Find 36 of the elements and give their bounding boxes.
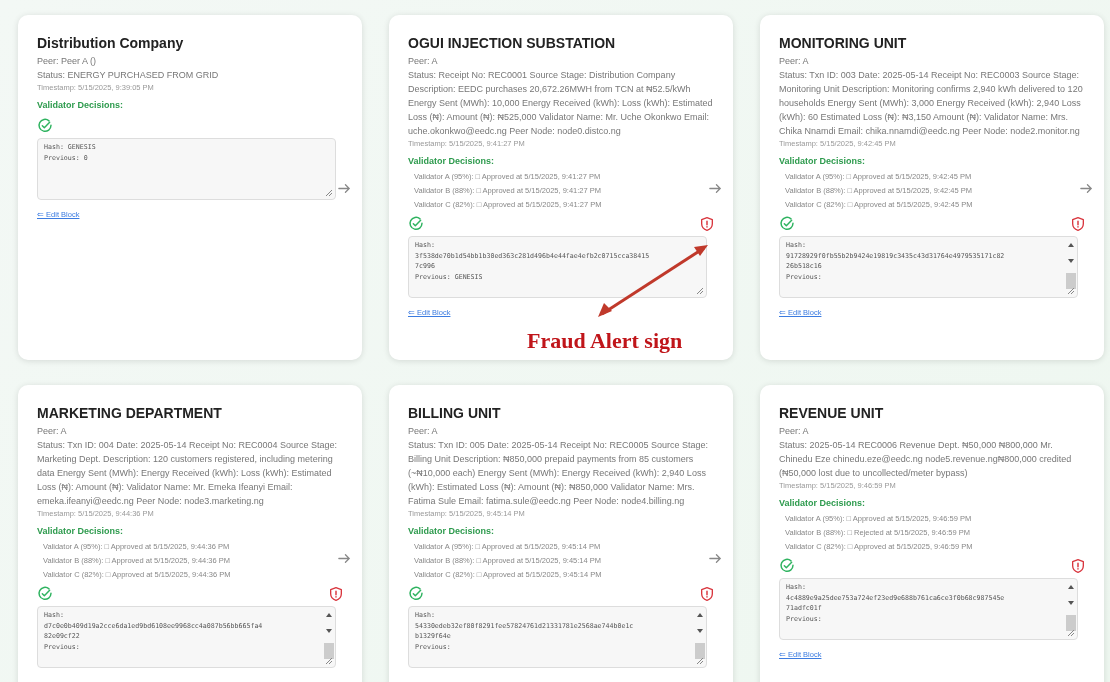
peer-label: Peer: A bbox=[779, 55, 810, 68]
validator-heading: Validator Decisions: bbox=[408, 156, 496, 166]
resize-handle-icon[interactable] bbox=[325, 189, 333, 197]
arrow-right-icon[interactable] bbox=[337, 181, 352, 196]
status-text: Status: 2025-05-14 REC0006 Revenue Dept. ₦50,000 ₦800,000 Mr. Chinedu Eze chinedu.eze@eedc.ng node5.revenue.ng₦800,000 credited (₦50,000 lost due to uncollected/meter bypass) bbox=[779, 439, 1073, 480]
status-text: Status: Receipt No: REC0001 Source Stage: Distribution Company Description: EEDC purchases 20,672.26MWH from TCN at ₦52.5/kWh Energy Sent (MWh): 10,000 Energy Received (kWh): Loss (kWh): Estimated Loss (₦): Amount (₦): ₦525,000 Validator Name: Mr. Uche Okonkwo Email: uche.okonkwo@eedc.ng Peer Node: node0.distco.ng bbox=[408, 69, 714, 138]
status-text: Status: Txn ID: 005 Date: 2025-05-14 Receipt No: REC0005 Source Stage: Billing Unit Description: ₦850,000 prepaid payments from 85 customers (~₦10,000 each) Energy Sent (MWh): Energy Received (kWh): 2,940 Loss (kWh): Estimated Loss (₦): Amount (₦): ₦850,000 Validator Name: Mrs. Fatima Sule Email: fatima.sule@eedc.ng Peer Node: node4.billing.ng bbox=[408, 439, 709, 508]
status-text: Status: Txn ID: 004 Date: 2025-05-14 Receipt No: REC0004 Source Stage: Marketing Dept. Description: 120 customers registered, including metering data Energy Sent (MWh): Energy Received (kWh): Loss (kWh): Estimated Loss (₦): Amount (₦): Validator Name: Mr. Emeka Ifeanyi Email: emeka.ifeanyi@eedc.ng Peer Node: node3.marketing.ng bbox=[37, 439, 338, 508]
resize-handle-icon[interactable] bbox=[696, 657, 704, 665]
peer-label: Peer: A bbox=[779, 425, 810, 438]
card-title: MARKETING DEPARTMENT bbox=[37, 405, 223, 421]
validator-heading: Validator Decisions: bbox=[408, 526, 496, 536]
peer-label: Peer: A bbox=[408, 425, 439, 438]
arrow-right-icon[interactable] bbox=[1079, 181, 1094, 196]
validator-heading: Validator Decisions: bbox=[779, 156, 867, 166]
resize-handle-icon[interactable] bbox=[696, 287, 704, 295]
arrow-right-icon[interactable] bbox=[708, 551, 723, 566]
validator-heading: Validator Decisions: bbox=[779, 498, 867, 508]
card-title: MONITORING UNIT bbox=[779, 35, 908, 51]
card-title: REVENUE UNIT bbox=[779, 405, 885, 421]
validator-heading: Validator Decisions: bbox=[37, 100, 125, 110]
card-title: Distribution Company bbox=[37, 35, 185, 51]
arrow-right-icon[interactable] bbox=[337, 551, 352, 566]
card-title: BILLING UNIT bbox=[408, 405, 502, 421]
arrow-right-icon[interactable] bbox=[708, 181, 723, 196]
peer-label: Peer: A bbox=[408, 55, 439, 68]
resize-handle-icon[interactable] bbox=[1067, 629, 1075, 637]
resize-handle-icon[interactable] bbox=[325, 657, 333, 665]
status-text: Status: Txn ID: 003 Date: 2025-05-14 Receipt No: REC0003 Source Stage: Monitoring Unit Description: Monitoring confirms 2,940 kWh delivered to 120 households Energy Sent (MWh): 3,000 Energy Received (kWh): 2,940 Loss (kWh): 60 Estimated Loss (₦): ₦3,150 Amount (₦): Validator Name: Mrs. Chika Nnamdi Email: chika.nnamdi@eedc.ng Peer Node: node2.monitor.ng bbox=[779, 69, 1084, 138]
peer-label: Peer: A bbox=[37, 425, 68, 438]
annotation-label: Fraud Alert sign bbox=[527, 328, 683, 354]
card-title: OGUI INJECTION SUBSTATION bbox=[408, 35, 617, 51]
validator-heading: Validator Decisions: bbox=[37, 526, 125, 536]
status-text: Status: ENERGY PURCHASED FROM GRID bbox=[37, 69, 220, 82]
resize-handle-icon[interactable] bbox=[1067, 287, 1075, 295]
peer-label: Peer: Peer A () bbox=[37, 55, 98, 68]
